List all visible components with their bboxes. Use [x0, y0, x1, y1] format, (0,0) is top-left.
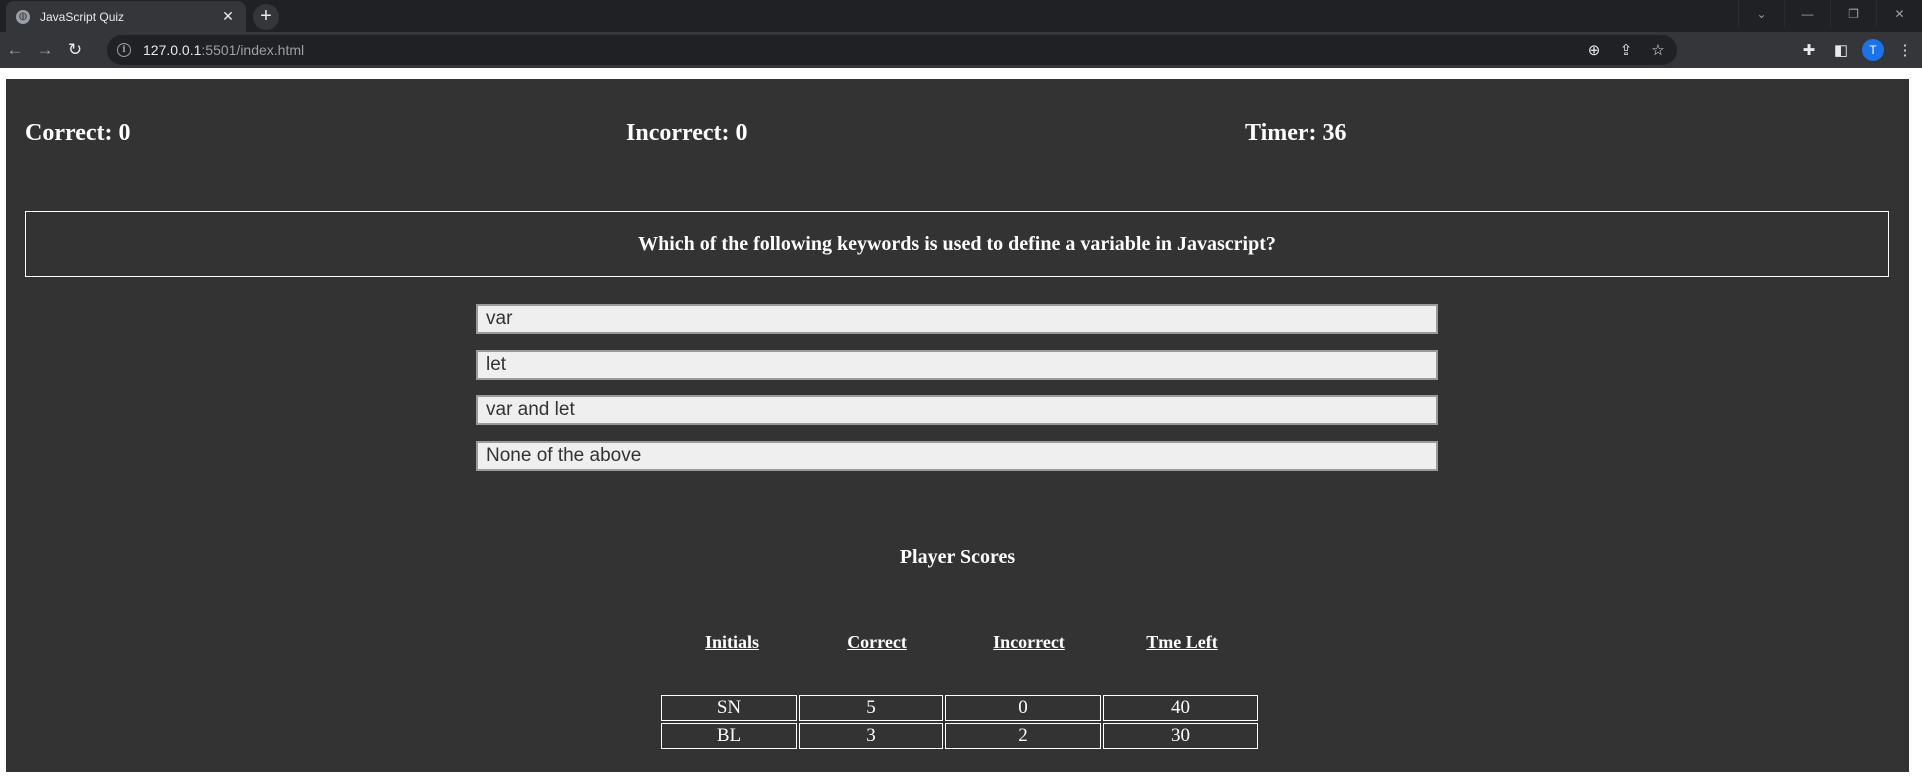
cell-incorrect: 2: [945, 723, 1101, 749]
header-correct: Correct: [847, 632, 907, 652]
site-info-icon[interactable]: i: [117, 43, 131, 57]
question-box: Which of the following keywords is used …: [25, 211, 1889, 277]
browser-toolbar: ← → ↻ i 127.0.0.1 :5501/index.html ⊕ ⇪ ☆…: [0, 32, 1922, 68]
browser-tab-strip: ◍ JavaScript Quiz ✕ + ⌄ — ❐ ✕: [0, 0, 1922, 32]
forward-icon[interactable]: →: [30, 36, 60, 64]
tab-search-icon[interactable]: ⌄: [1738, 0, 1784, 28]
cell-incorrect: 0: [945, 695, 1101, 721]
profile-avatar[interactable]: T: [1862, 39, 1884, 61]
menu-icon[interactable]: ⋮: [1894, 41, 1916, 59]
cell-correct: 5: [799, 695, 943, 721]
minimize-icon[interactable]: —: [1784, 0, 1830, 28]
new-tab-button[interactable]: +: [253, 4, 279, 30]
cell-initials: BL: [661, 723, 797, 749]
restore-icon[interactable]: ❐: [1830, 0, 1876, 28]
close-tab-icon[interactable]: ✕: [220, 8, 236, 25]
cell-time-left: 30: [1103, 723, 1258, 749]
header-initials: Initials: [704, 632, 760, 652]
answer-button-none[interactable]: None of the above: [476, 441, 1438, 471]
tab-title: JavaScript Quiz: [40, 9, 125, 24]
url-host: 127.0.0.1: [143, 42, 202, 58]
quiz-page: Correct: 0 Incorrect: 0 Timer: 36 Which …: [6, 79, 1909, 772]
timer: Timer: 36: [1245, 120, 1347, 146]
correct-count: Correct: 0: [25, 120, 131, 146]
scores-title: Player Scores: [899, 546, 1016, 568]
close-window-icon[interactable]: ✕: [1876, 0, 1922, 28]
address-bar[interactable]: i 127.0.0.1 :5501/index.html ⊕ ⇪ ☆: [107, 35, 1677, 65]
extensions-icon[interactable]: ✚: [1798, 41, 1820, 59]
url-path: :5501/index.html: [201, 42, 305, 58]
answer-button-var-and-let[interactable]: var and let: [476, 395, 1438, 425]
globe-icon: ◍: [16, 9, 30, 24]
scores-table: SN 5 0 40 BL 3 2 30: [659, 693, 1260, 751]
share-icon[interactable]: ⇪: [1617, 41, 1635, 59]
header-incorrect: Incorrect: [993, 632, 1065, 652]
answer-button-let[interactable]: let: [476, 350, 1438, 380]
answer-button-var[interactable]: var: [476, 304, 1438, 334]
table-row: BL 3 2 30: [661, 723, 1258, 749]
browser-tab[interactable]: ◍ JavaScript Quiz ✕: [6, 1, 246, 32]
question-text: Which of the following keywords is used …: [638, 232, 1276, 255]
cell-correct: 3: [799, 723, 943, 749]
incorrect-count: Incorrect: 0: [626, 120, 748, 146]
cell-time-left: 40: [1103, 695, 1258, 721]
window-controls: ⌄ — ❐ ✕: [1738, 0, 1922, 28]
bookmark-star-icon[interactable]: ☆: [1649, 41, 1667, 59]
reload-icon[interactable]: ↻: [60, 36, 90, 64]
table-row: SN 5 0 40: [661, 695, 1258, 721]
side-panel-icon[interactable]: ◧: [1830, 41, 1852, 59]
cell-initials: SN: [661, 695, 797, 721]
header-time-left: Tme Left: [1146, 632, 1218, 652]
back-icon[interactable]: ←: [0, 36, 30, 64]
zoom-icon[interactable]: ⊕: [1585, 41, 1603, 59]
